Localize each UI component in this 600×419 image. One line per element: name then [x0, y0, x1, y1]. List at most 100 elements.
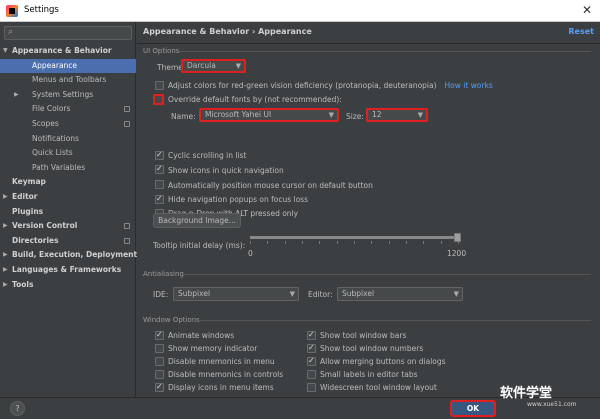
- slider-tick: [267, 241, 269, 244]
- hide-navigation-popups-on-focus-loss-label: Hide navigation popups on focus loss: [168, 195, 308, 205]
- display-icons-in-menu-items-checkbox[interactable]: [155, 381, 164, 392]
- disable-mnemonics-in-controls-checkbox[interactable]: [155, 369, 164, 379]
- override-fonts-checkbox[interactable]: [153, 93, 164, 105]
- theme-select[interactable]: Darcula ▼: [181, 59, 246, 73]
- font-name-value: Microsoft Yahei UI: [205, 110, 272, 119]
- ok-button[interactable]: OK: [450, 400, 496, 417]
- animate-windows-checkbox[interactable]: [155, 329, 164, 340]
- editor-label: Editor:: [308, 290, 333, 299]
- ui-options-label: UI Options: [143, 47, 180, 55]
- show-tool-window-numbers-label: Show tool window numbers: [320, 344, 424, 353]
- sidebar-item-system-settings[interactable]: ▶ System Settings: [0, 88, 136, 103]
- project-scope-icon: [124, 223, 130, 230]
- adjust-colors-label: Adjust colors for red-green vision defic…: [168, 81, 437, 90]
- small-labels-in-editor-tabs-label: Small labels in editor tabs: [320, 370, 418, 379]
- show-tool-window-bars-row[interactable]: Show tool window bars: [307, 329, 407, 341]
- small-labels-in-editor-tabs-checkbox[interactable]: [307, 369, 316, 379]
- sidebar-item-appearance-behavior[interactable]: ▼ Appearance & Behavior: [0, 44, 136, 59]
- appearance-panel: Appearance & Behavior › Appearance Reset…: [137, 22, 600, 397]
- help-button[interactable]: ?: [10, 401, 25, 416]
- font-size-select[interactable]: 12 ▼: [366, 108, 428, 122]
- show-icons-in-quick-navigation-label: Show icons in quick navigation: [168, 165, 284, 175]
- sidebar-item-label: Scopes: [32, 118, 59, 128]
- disable-mnemonics-in-menu-checkbox[interactable]: [155, 356, 164, 366]
- chevron-right-icon[interactable]: ▶: [14, 88, 19, 103]
- automatically-position-mouse-cursor-on-default-button-checkbox[interactable]: [155, 180, 164, 190]
- chevron-right-icon[interactable]: ▶: [3, 190, 8, 205]
- reset-link[interactable]: Reset: [568, 27, 594, 36]
- sidebar-item-appearance[interactable]: Appearance: [0, 58, 136, 74]
- sidebar-item-directories[interactable]: Directories: [0, 234, 136, 249]
- allow-merging-buttons-on-dialogs-row[interactable]: Allow merging buttons on dialogs: [307, 355, 446, 367]
- slider-track: [250, 236, 458, 239]
- small-labels-in-editor-tabs-row[interactable]: Small labels in editor tabs: [307, 369, 418, 380]
- sidebar-item-file-colors[interactable]: File Colors: [0, 102, 136, 117]
- hide-navigation-popups-on-focus-loss-checkbox[interactable]: [155, 193, 164, 204]
- sidebar-item-tools[interactable]: ▶ Tools: [0, 278, 136, 293]
- widescreen-tool-window-layout-checkbox[interactable]: [307, 382, 316, 392]
- cyclic-scrolling-in-list-checkbox[interactable]: [155, 149, 164, 160]
- adjust-colors-row[interactable]: Adjust colors for red-green vision defic…: [155, 80, 493, 91]
- hide-navigation-popups-on-focus-loss-row[interactable]: Hide navigation popups on focus loss: [155, 193, 308, 205]
- chevron-right-icon[interactable]: ▶: [3, 248, 8, 263]
- ide-antialiasing-select[interactable]: Subpixel ▼: [173, 287, 299, 301]
- sidebar-item-label: Appearance: [32, 60, 78, 70]
- sidebar-item-menus-and-toolbars[interactable]: Menus and Toolbars: [0, 73, 136, 88]
- font-name-select[interactable]: Microsoft Yahei UI ▼: [199, 108, 339, 122]
- project-scope-icon: [124, 237, 130, 244]
- chevron-down-icon: ▼: [328, 111, 334, 119]
- show-tool-window-bars-label: Show tool window bars: [320, 331, 407, 340]
- slider-tick: [302, 241, 303, 244]
- search-field[interactable]: ⌕: [4, 26, 132, 40]
- animate-windows-row[interactable]: Animate windows: [155, 329, 235, 341]
- show-tool-window-numbers-row[interactable]: Show tool window numbers: [307, 342, 424, 354]
- sidebar-item-path-variables[interactable]: Path Variables: [0, 161, 136, 176]
- slider-tick: [336, 241, 338, 244]
- chevron-right-icon[interactable]: ▶: [3, 219, 8, 234]
- chevron-down-icon[interactable]: ▼: [3, 44, 8, 59]
- slider-tick: [250, 241, 251, 244]
- animate-windows-label: Animate windows: [168, 331, 235, 340]
- how-it-works-link[interactable]: How it works: [445, 81, 493, 90]
- adjust-colors-checkbox[interactable]: [155, 80, 164, 90]
- widescreen-tool-window-layout-row[interactable]: Widescreen tool window layout: [307, 382, 437, 393]
- sidebar-item-version-control[interactable]: ▶ Version Control: [0, 219, 136, 234]
- sidebar-item-label: Keymap: [12, 177, 46, 187]
- display-icons-in-menu-items-row[interactable]: Display icons in menu items: [155, 381, 274, 393]
- chevron-right-icon[interactable]: ▶: [3, 278, 8, 293]
- sidebar-item-notifications[interactable]: Notifications: [0, 132, 136, 147]
- slider-tick: [440, 241, 442, 244]
- sidebar-item-quick-lists[interactable]: Quick Lists: [0, 146, 136, 161]
- show-memory-indicator-checkbox[interactable]: [155, 343, 164, 353]
- editor-antialiasing-select[interactable]: Subpixel ▼: [337, 287, 463, 301]
- disable-mnemonics-in-menu-row[interactable]: Disable mnemonics in menu: [155, 356, 275, 367]
- sidebar-item-plugins[interactable]: Plugins: [0, 205, 136, 220]
- settings-sidebar: ⌕ ▼ Appearance & Behavior Appearance Menus …: [0, 22, 137, 397]
- background-image-button[interactable]: Background Image...: [153, 213, 241, 228]
- close-icon[interactable]: ✕: [582, 3, 592, 17]
- sidebar-item-label: System Settings: [32, 89, 94, 99]
- cyclic-scrolling-in-list-row[interactable]: Cyclic scrolling in list: [155, 149, 246, 161]
- sidebar-item-languages-frameworks[interactable]: ▶ Languages & Frameworks: [0, 263, 136, 278]
- show-memory-indicator-row[interactable]: Show memory indicator: [155, 343, 257, 354]
- allow-merging-buttons-on-dialogs-checkbox[interactable]: [307, 355, 316, 366]
- slider-min-label: 0: [248, 249, 253, 258]
- show-tool-window-numbers-checkbox[interactable]: [307, 342, 316, 353]
- automatically-position-mouse-cursor-on-default-button-row[interactable]: Automatically position mouse cursor on d…: [155, 180, 373, 191]
- sidebar-item-label: Quick Lists: [32, 148, 73, 158]
- disable-mnemonics-in-controls-row[interactable]: Disable mnemonics in controls: [155, 369, 283, 380]
- display-icons-in-menu-items-label: Display icons in menu items: [168, 383, 274, 392]
- show-tool-window-bars-checkbox[interactable]: [307, 329, 316, 340]
- chevron-right-icon[interactable]: ▶: [3, 263, 8, 278]
- sidebar-item-build-execution-deployment[interactable]: ▶ Build, Execution, Deployment: [0, 248, 137, 263]
- disable-mnemonics-in-menu-label: Disable mnemonics in menu: [168, 357, 275, 366]
- show-icons-in-quick-navigation-checkbox[interactable]: [155, 163, 164, 175]
- show-icons-in-quick-navigation-row[interactable]: Show icons in quick navigation: [155, 163, 284, 176]
- sidebar-item-scopes[interactable]: Scopes: [0, 117, 136, 132]
- slider-tick: [388, 241, 390, 244]
- sidebar-item-editor[interactable]: ▶ Editor: [0, 190, 136, 205]
- sidebar-item-keymap[interactable]: Keymap: [0, 175, 136, 190]
- override-fonts-row[interactable]: Override default fonts by (not recommend…: [153, 93, 342, 105]
- sidebar-item-label: Notifications: [32, 133, 79, 143]
- font-name-label: Name:: [171, 112, 196, 121]
